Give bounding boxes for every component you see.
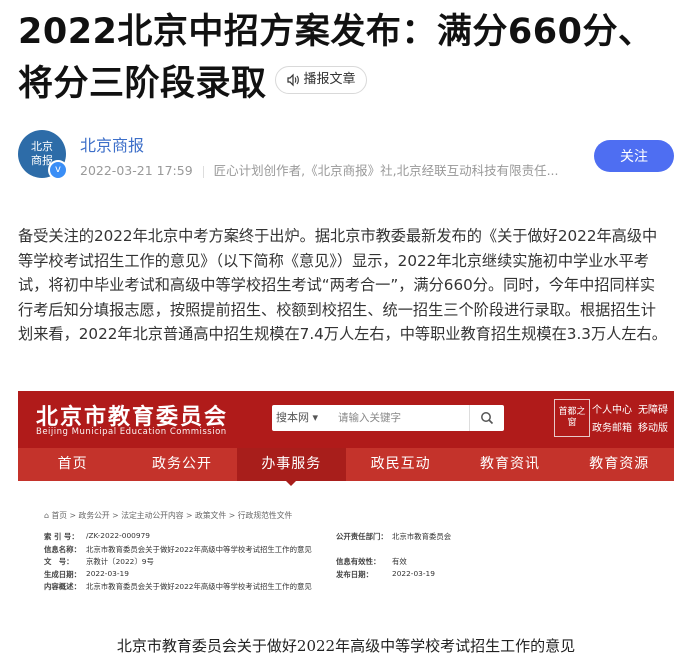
table-row: 信息名称： 北京市教育委员会关于做好2022年高级中等学校考试招生工作的意见: [44, 544, 648, 557]
divider: [202, 165, 204, 178]
table-row: 文 号： 京教计〔2022〕9号 信息有效性： 有效: [44, 556, 648, 569]
table-value: 北京市教育委员会关于做好2022年高级中等学校考试招生工作的意见: [86, 544, 312, 554]
table-value: 有效: [392, 557, 407, 567]
article-title: 2022北京中招方案发布：满分660分、将分三阶段录取 播报文章: [18, 6, 668, 110]
search-icon: [469, 405, 504, 431]
site-nav-item: 教育资讯: [479, 456, 540, 472]
table-value: 2022-03-19: [392, 568, 435, 578]
search-placeholder: 请输入关键字: [338, 412, 401, 424]
table-row: 索 引 号： /ZK-2022-000979 公开责任部门： 北京市教育委员会: [44, 531, 648, 544]
table-value: /ZK-2022-000979: [86, 531, 150, 540]
document-title: 北京市教育委员会关于做好2022年高级中等学校考试招生工作的意见: [116, 637, 576, 655]
table-row: 生成日期： 2022-03-19 发布日期： 2022-03-19: [44, 569, 648, 582]
document-info-table: 索 引 号： /ZK-2022-000979 公开责任部门： 北京市教育委员会 …: [44, 531, 648, 594]
site-links: 个人中心 无障碍 政务邮箱 移动版: [592, 402, 674, 438]
avatar[interactable]: 北京商报 v: [18, 130, 68, 180]
site-header: 北京市教育委员会 Beijing Municipal Education Com…: [18, 391, 674, 448]
article-paragraph: 备受关注的2022年北京中考方案终于出炉。据北京市教委最新发布的《关于做好202…: [18, 227, 667, 343]
table-row: 内容概述： 北京市教育委员会关于做好2022年高级中等学校考试招生工作的意见: [44, 581, 648, 594]
table-value: 北京市教育委员会: [392, 532, 452, 541]
site-nav-item: 政民互动: [370, 456, 431, 472]
table-key: 信息有效性：: [336, 557, 381, 567]
table-key: 公开责任部门：: [336, 532, 388, 541]
site-name-en: Beijing Municipal Education Commission: [36, 427, 227, 437]
site-link: 个人中心: [592, 405, 632, 416]
table-value: 京教计〔2022〕9号: [86, 557, 154, 567]
speak-label: 播报文章: [303, 72, 356, 87]
speak-article-button[interactable]: 播报文章: [274, 66, 367, 94]
table-key: 生成日期：: [44, 569, 81, 579]
table-value: 北京市教育委员会关于做好2022年高级中等学校考试招生工作的意见: [86, 582, 312, 592]
author-name[interactable]: 北京商报: [80, 132, 144, 156]
publish-date: 2022-03-21 17:59: [80, 163, 193, 178]
table-key: 信息名称：: [44, 544, 81, 554]
breadcrumb: ⌂ 首页 > 政务公开 > 法定主动公开内容 > 政策文件 > 行政规范性文件: [44, 511, 293, 520]
site-nav-item: 政务公开: [151, 456, 212, 472]
site-nav: 首页 政务公开 办事服务 政民互动 教育资讯 教育资源: [18, 448, 674, 486]
follow-button[interactable]: 关注: [594, 140, 674, 172]
site-nav-item-active: 办事服务: [236, 448, 346, 486]
site-search: 搜本网 ▾ 请输入关键字: [272, 405, 504, 431]
capital-window-logo: 首都之窗: [554, 399, 590, 437]
author-description: 匠心计划创作者,《北京商报》社,北京经联互动科技有限责任...: [213, 163, 559, 178]
table-key: 索 引 号：: [44, 532, 79, 541]
site-nav-item: 教育资源: [589, 456, 650, 472]
verified-icon: v: [48, 160, 68, 180]
article-image: 北京市教育委员会 Beijing Municipal Education Com…: [18, 391, 674, 666]
author-meta: 2022-03-21 17:59 匠心计划创作者,《北京商报》社,北京经联互动科技…: [80, 160, 600, 179]
table-key: 内容概述：: [44, 582, 81, 592]
table-value: 2022-03-19: [86, 568, 129, 578]
site-link: 移动版: [638, 423, 668, 434]
author-bar: 北京商报 v 北京商报 2022-03-21 17:59 匠心计划创作者,《北京商…: [18, 128, 678, 186]
speaker-icon: [286, 73, 299, 87]
site-nav-item: 首页: [57, 456, 88, 472]
site-link: 无障碍: [638, 405, 668, 416]
table-key: 文 号：: [44, 557, 74, 567]
site-link: 政务邮箱: [592, 423, 632, 434]
table-key: 发布日期：: [336, 569, 373, 579]
search-scope: 搜本网 ▾: [276, 411, 319, 424]
article-page: 2022北京中招方案发布：满分660分、将分三阶段录取 播报文章 北京商报 v 北…: [0, 0, 682, 666]
